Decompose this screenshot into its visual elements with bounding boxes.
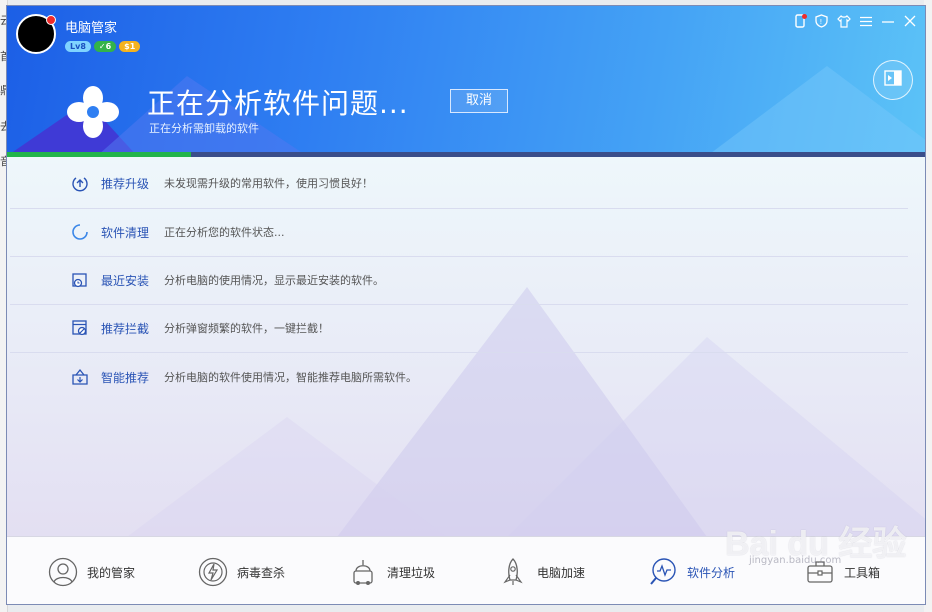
close-icon[interactable] xyxy=(902,15,917,31)
background-mountain xyxy=(127,417,447,536)
header: 电脑管家 Lv8 ✓6 $1 ! 正在分析软件问题... 取消 正在分析需卸载的… xyxy=(7,6,925,156)
list-item-recent-install[interactable]: 最近安装 分析电脑的使用情况，显示最近安装的软件。 xyxy=(7,256,907,304)
cancel-button[interactable]: 取消 xyxy=(450,89,508,113)
nav-label: 软件分析 xyxy=(687,565,736,580)
shield-icon[interactable]: ! xyxy=(814,14,829,32)
list-item-smart-recommend[interactable]: 智能推荐 分析电脑的软件使用情况，智能推荐电脑所需软件。 xyxy=(7,353,907,401)
notification-dot xyxy=(46,15,56,25)
nav-label: 电脑加速 xyxy=(537,565,586,580)
pc-manager-window: 电脑管家 Lv8 ✓6 $1 ! 正在分析软件问题... 取消 正在分析需卸载的… xyxy=(6,5,926,605)
side-panel-button[interactable] xyxy=(873,60,913,100)
nav-software-analysis[interactable]: 软件分析 xyxy=(647,556,735,588)
list-item-desc: 分析弹窗频繁的软件，一键拦截！ xyxy=(164,322,329,335)
window-controls: ! xyxy=(792,14,917,32)
list-item-desc: 分析电脑的软件使用情况，智能推荐电脑所需软件。 xyxy=(164,371,417,384)
nav-speed-up[interactable]: 电脑加速 xyxy=(497,556,585,588)
list-item-title: 智能推荐 xyxy=(101,370,150,385)
list-item-desc: 正在分析您的软件状态... xyxy=(164,226,285,239)
nav-label: 工具箱 xyxy=(844,565,881,580)
page-title: 正在分析软件问题... xyxy=(147,87,409,120)
panel-toggle-icon xyxy=(884,70,902,90)
list-item-title: 推荐升级 xyxy=(101,176,150,191)
cleanup-icon xyxy=(347,556,379,588)
nav-virus-scan[interactable]: 病毒查杀 xyxy=(197,556,285,588)
virus-scan-icon xyxy=(197,556,229,588)
software-analysis-icon xyxy=(647,556,679,588)
butler-icon xyxy=(47,556,79,588)
nav-my-butler[interactable]: 我的管家 xyxy=(47,556,135,588)
skin-icon[interactable] xyxy=(836,14,851,32)
user-badges: Lv8 ✓6 $1 xyxy=(65,41,141,52)
svg-text:!: ! xyxy=(820,18,823,26)
list-item-title: 最近安装 xyxy=(101,273,150,288)
coin-badge[interactable]: $1 xyxy=(119,41,141,52)
nav-label: 我的管家 xyxy=(87,565,136,580)
list-item-desc: 未发现需升级的常用软件，使用习惯良好！ xyxy=(164,177,373,190)
nav-cleanup[interactable]: 清理垃圾 xyxy=(347,556,435,588)
list-item-title: 软件清理 xyxy=(101,225,150,240)
phone-icon[interactable] xyxy=(792,14,807,32)
menu-icon[interactable] xyxy=(858,16,873,31)
level-badge[interactable]: Lv8 xyxy=(65,41,91,52)
watermark-url: jingyan.baidu.com xyxy=(749,555,842,566)
smart-recommend-icon xyxy=(69,366,91,388)
list-item-desc: 分析电脑的使用情况，显示最近安装的软件。 xyxy=(164,274,384,287)
nav-label: 病毒查杀 xyxy=(237,565,286,580)
rocket-icon xyxy=(497,556,529,588)
list-item-cleanup[interactable]: 软件清理 正在分析您的软件状态... xyxy=(7,208,907,256)
status-subtitle: 正在分析需卸载的软件 xyxy=(149,122,259,135)
minimize-icon[interactable] xyxy=(880,16,895,31)
recent-install-icon xyxy=(69,269,91,291)
upgrade-icon xyxy=(69,172,91,194)
analysis-list: 推荐升级 未发现需升级的常用软件，使用习惯良好！ 软件清理 正在分析您的软件状态… xyxy=(7,157,925,536)
app-name: 电脑管家 xyxy=(65,21,118,36)
nav-label: 清理垃圾 xyxy=(387,565,436,580)
block-popup-icon xyxy=(69,317,91,339)
check-badge[interactable]: ✓6 xyxy=(93,41,117,52)
list-item-upgrade[interactable]: 推荐升级 未发现需升级的常用软件，使用习惯良好！ xyxy=(7,159,907,207)
loading-spinner-icon xyxy=(69,221,91,243)
list-item-block-popup[interactable]: 推荐拦截 分析弹窗频繁的软件，一键拦截！ xyxy=(7,304,907,352)
clover-logo-icon xyxy=(65,84,121,140)
list-item-title: 推荐拦截 xyxy=(101,321,150,336)
